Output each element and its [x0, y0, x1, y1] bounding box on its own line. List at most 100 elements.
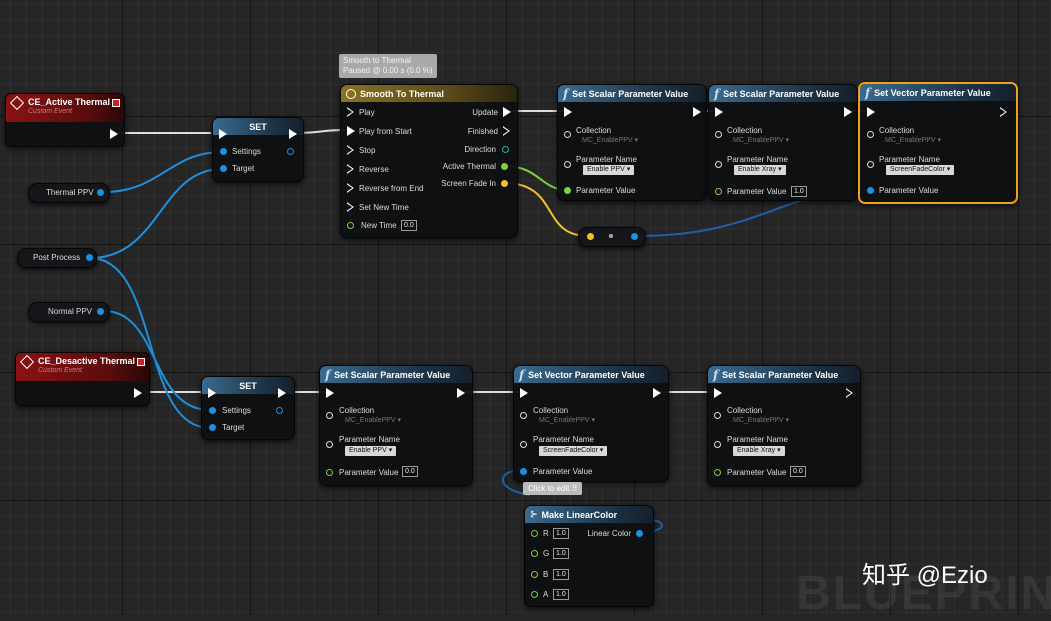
collection-value[interactable]: MC_EnablePPV ▾: [539, 416, 595, 424]
param-name-dropdown[interactable]: Enable PPV ▾: [583, 165, 635, 175]
param-name-pin[interactable]: [326, 441, 333, 448]
set-scalar-node-bottom-1[interactable]: f Set Scalar Parameter Value Collection M…: [319, 365, 473, 486]
set-new-time-pin[interactable]: [347, 202, 355, 212]
play-from-start-pin[interactable]: [347, 126, 355, 136]
a-pin[interactable]: [531, 591, 538, 598]
exec-in-pin[interactable]: [715, 107, 723, 117]
exec-in-pin[interactable]: [326, 388, 334, 398]
exec-out-pin[interactable]: [1000, 107, 1008, 117]
settings-in-pin[interactable]: [209, 407, 216, 414]
exec-out-pin[interactable]: [278, 388, 286, 398]
lerp-out-pin[interactable]: [631, 233, 638, 240]
lerp-compact-node[interactable]: [578, 227, 646, 247]
make-linearcolor-node[interactable]: ⊱ Make LinearColor Linear Color R 1.0 G 1…: [524, 505, 654, 607]
variable-out-pin[interactable]: [97, 308, 104, 315]
collection-pin[interactable]: [326, 412, 333, 419]
param-name-pin[interactable]: [715, 161, 722, 168]
set-scalar-node-top-1[interactable]: f Set Scalar Parameter Value Collection M…: [557, 84, 707, 201]
collection-pin[interactable]: [520, 412, 527, 419]
direction-pin[interactable]: [502, 146, 509, 153]
param-value-pin[interactable]: [714, 469, 721, 476]
reverse-pin[interactable]: [347, 164, 355, 174]
target-in-pin[interactable]: [220, 165, 227, 172]
param-value-pin[interactable]: [520, 468, 527, 475]
exec-in-pin[interactable]: [564, 107, 572, 117]
param-name-dropdown[interactable]: ScreenFadeColor ▾: [539, 446, 608, 456]
exec-in-pin[interactable]: [714, 388, 722, 398]
g-input[interactable]: 1.0: [553, 548, 569, 559]
screen-fade-in-pin[interactable]: [501, 180, 508, 187]
set-scalar-node-bottom-2[interactable]: f Set Scalar Parameter Value Collection M…: [707, 365, 861, 486]
variable-normal-ppv[interactable]: Normal PPV: [28, 302, 110, 322]
lerp-alpha-pin[interactable]: [587, 233, 594, 240]
collection-value[interactable]: MC_EnablePPV ▾: [733, 416, 789, 424]
exec-out-pin[interactable]: [457, 388, 465, 398]
collection-pin[interactable]: [715, 131, 722, 138]
exec-out-pin[interactable]: [846, 388, 854, 398]
settings-out-pin[interactable]: [287, 148, 294, 155]
param-name-pin[interactable]: [867, 161, 874, 168]
exec-out-pin[interactable]: [289, 129, 297, 139]
set-vector-node-top[interactable]: f Set Vector Parameter Value Collection M…: [858, 82, 1018, 204]
reverse-from-end-pin[interactable]: [347, 183, 355, 193]
finished-pin[interactable]: [503, 126, 511, 136]
set-node-bottom[interactable]: SET Settings Target: [201, 376, 295, 440]
exec-out-pin[interactable]: [844, 107, 852, 117]
b-input[interactable]: 1.0: [553, 569, 569, 580]
event-node-desactive-thermal[interactable]: CE_Desactive Thermal Custom Event: [15, 352, 150, 406]
play-pin[interactable]: [347, 107, 355, 117]
param-value-input[interactable]: 0.0: [402, 466, 418, 477]
exec-in-pin[interactable]: [520, 388, 528, 398]
param-value-input[interactable]: 0.0: [790, 466, 806, 477]
collection-pin[interactable]: [867, 131, 874, 138]
b-pin[interactable]: [531, 571, 538, 578]
param-name-pin[interactable]: [564, 161, 571, 168]
active-thermal-pin[interactable]: [501, 163, 508, 170]
new-time-pin[interactable]: [347, 222, 354, 229]
set-node-top[interactable]: SET Settings Target: [212, 117, 304, 182]
variable-thermal-ppv[interactable]: Thermal PPV: [28, 183, 110, 203]
param-name-pin[interactable]: [520, 441, 527, 448]
param-name-dropdown[interactable]: ScreenFadeColor ▾: [886, 165, 955, 175]
param-value-pin[interactable]: [326, 469, 333, 476]
exec-in-pin[interactable]: [219, 129, 227, 139]
r-pin[interactable]: [531, 530, 538, 537]
update-pin[interactable]: [503, 107, 511, 117]
linear-color-out-pin[interactable]: [636, 530, 643, 537]
new-time-input[interactable]: 0.0: [401, 220, 417, 231]
set-scalar-node-top-2[interactable]: f Set Scalar Parameter Value Collection M…: [708, 84, 858, 201]
exec-in-pin[interactable]: [208, 388, 216, 398]
collection-value[interactable]: MC_EnablePPV ▾: [345, 416, 401, 424]
exec-out-pin[interactable]: [110, 129, 118, 139]
a-input[interactable]: 1.0: [553, 589, 569, 600]
delegate-pin[interactable]: [137, 358, 145, 366]
param-value-pin[interactable]: [867, 187, 874, 194]
g-pin[interactable]: [531, 550, 538, 557]
exec-out-pin[interactable]: [693, 107, 701, 117]
exec-in-pin[interactable]: [867, 107, 875, 117]
target-in-pin[interactable]: [209, 424, 216, 431]
param-value-input[interactable]: 1.0: [791, 186, 807, 197]
variable-post-process[interactable]: Post Process: [17, 248, 97, 268]
variable-out-pin[interactable]: [86, 254, 93, 261]
variable-out-pin[interactable]: [97, 189, 104, 196]
param-name-dropdown[interactable]: Enable PPV ▾: [345, 446, 397, 456]
param-name-dropdown[interactable]: Enable Xray ▾: [733, 446, 785, 456]
timeline-node-smooth-to-thermal[interactable]: Smooth To Thermal Play Play from Start S…: [340, 84, 518, 238]
collection-pin[interactable]: [564, 131, 571, 138]
exec-out-pin[interactable]: [134, 388, 142, 398]
param-name-dropdown[interactable]: Enable Xray ▾: [734, 165, 786, 175]
collection-value[interactable]: MC_EnablePPV ▾: [885, 136, 941, 144]
collection-value[interactable]: MC_EnablePPV ▾: [733, 136, 789, 144]
delegate-pin[interactable]: [112, 99, 120, 107]
param-name-pin[interactable]: [714, 441, 721, 448]
collection-pin[interactable]: [714, 412, 721, 419]
r-input[interactable]: 1.0: [553, 528, 569, 539]
param-value-pin[interactable]: [715, 188, 722, 195]
collection-value[interactable]: MC_EnablePPV ▾: [582, 136, 638, 144]
event-node-active-thermal[interactable]: CE_Active Thermal Custom Event: [5, 93, 125, 147]
param-value-pin[interactable]: [564, 187, 571, 194]
settings-out-pin[interactable]: [276, 407, 283, 414]
exec-out-pin[interactable]: [653, 388, 661, 398]
settings-in-pin[interactable]: [220, 148, 227, 155]
